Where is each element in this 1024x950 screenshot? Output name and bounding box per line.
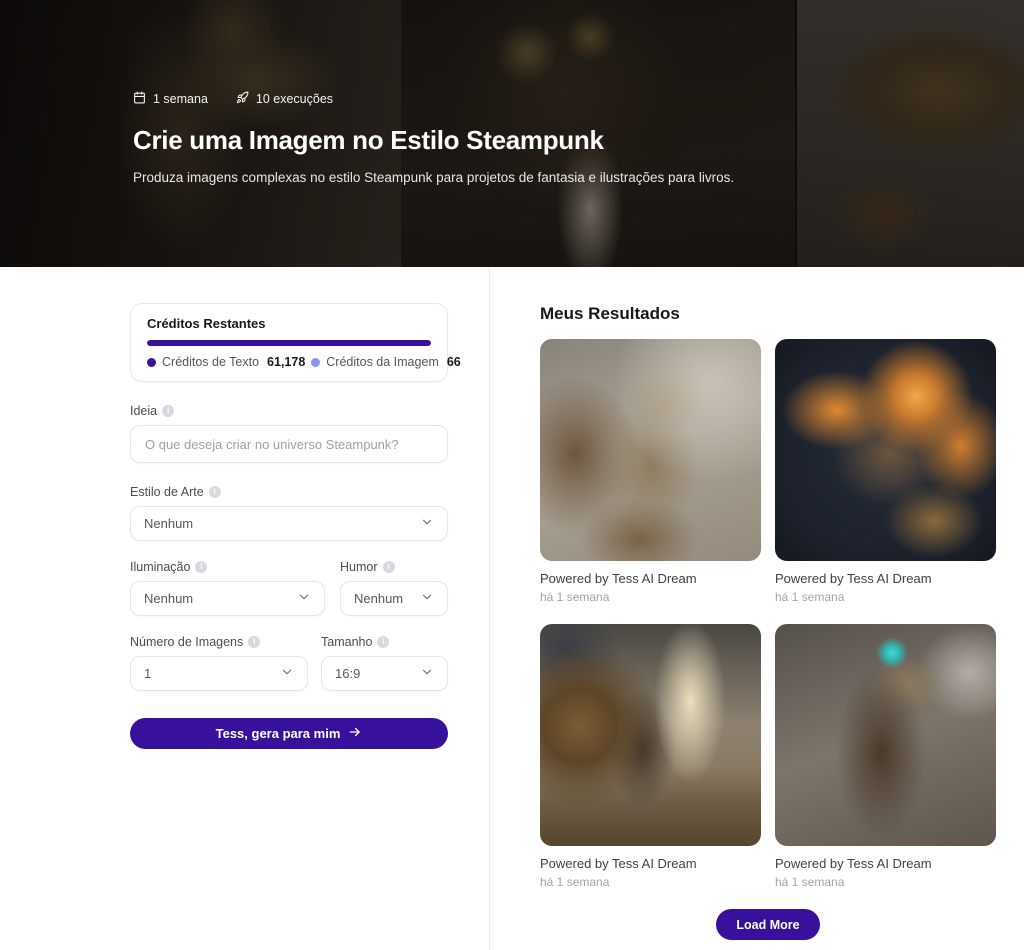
results-panel: Meus Resultados Powered by Tess AI Dream…: [540, 267, 996, 940]
result-card: Powered by Tess AI Dream há 1 semana: [540, 339, 761, 604]
result-image-steampunk-phoenix[interactable]: [775, 339, 996, 561]
art-style-value: Nenhum: [144, 516, 193, 531]
chevron-down-icon: [420, 590, 434, 607]
idea-input[interactable]: [130, 425, 448, 463]
info-icon[interactable]: i: [383, 561, 395, 573]
result-card: Powered by Tess AI Dream há 1 semana: [775, 339, 996, 604]
text-credits-value: 61,178: [267, 355, 305, 369]
result-caption: Powered by Tess AI Dream: [540, 571, 761, 586]
lighting-value: Nenhum: [144, 591, 193, 606]
duration-badge: 1 semana: [133, 91, 208, 107]
credits-progress-fill: [147, 340, 431, 346]
chevron-down-icon: [420, 515, 434, 532]
num-images-value: 1: [144, 666, 151, 681]
mood-label: Humor i: [340, 560, 448, 574]
text-credits-label: Créditos de Texto: [162, 355, 259, 369]
image-credits-value: 66: [447, 355, 461, 369]
result-image-steampunk-robot[interactable]: [775, 624, 996, 846]
generator-form-panel: Créditos Restantes Créditos de Texto 61,…: [130, 267, 448, 749]
hero-content: 1 semana 10 execuções Crie uma Imagem no…: [133, 91, 853, 185]
results-title: Meus Resultados: [540, 304, 996, 324]
info-icon[interactable]: i: [162, 405, 174, 417]
count-size-row: Número de Imagens i 1 Tamanho i: [130, 635, 448, 691]
lighting-mood-row: Iluminação i Nenhum Humor i: [130, 560, 448, 616]
rocket-icon: [236, 91, 249, 107]
num-images-select[interactable]: 1: [130, 656, 308, 691]
hero-badges: 1 semana 10 execuções: [133, 91, 853, 107]
image-credits-label: Créditos da Imagem: [326, 355, 439, 369]
arrow-right-icon: [348, 725, 362, 742]
result-caption: Powered by Tess AI Dream: [540, 856, 761, 871]
text-credits-dot: [147, 358, 156, 367]
calendar-icon: [133, 91, 146, 107]
credits-progress-bar: [147, 340, 431, 346]
size-label: Tamanho i: [321, 635, 448, 649]
info-icon[interactable]: i: [248, 636, 260, 648]
mood-value: Nenhum: [354, 591, 403, 606]
result-image-steampunk-child[interactable]: [540, 624, 761, 846]
duration-badge-label: 1 semana: [153, 92, 208, 106]
lighting-label: Iluminação i: [130, 560, 325, 574]
credits-card: Créditos Restantes Créditos de Texto 61,…: [130, 303, 448, 382]
credits-legend: Créditos de Texto 61,178 Créditos da Ima…: [147, 355, 431, 369]
generate-button-label: Tess, gera para mim: [216, 726, 341, 741]
generate-button[interactable]: Tess, gera para mim: [130, 718, 448, 749]
main-content: Créditos Restantes Créditos de Texto 61,…: [0, 267, 1024, 950]
result-timestamp: há 1 semana: [540, 875, 761, 889]
art-style-select[interactable]: Nenhum: [130, 506, 448, 541]
hero-banner: 1 semana 10 execuções Crie uma Imagem no…: [0, 0, 1024, 267]
column-divider: [489, 267, 490, 950]
info-icon[interactable]: i: [209, 486, 221, 498]
page-subtitle: Produza imagens complexas no estilo Stea…: [133, 170, 853, 185]
result-timestamp: há 1 semana: [775, 875, 996, 889]
load-more-container: Load More: [540, 909, 996, 940]
page-title: Crie uma Imagem no Estilo Steampunk: [133, 125, 853, 156]
image-credits-dot: [311, 358, 320, 367]
size-select[interactable]: 16:9: [321, 656, 448, 691]
num-images-label: Número de Imagens i: [130, 635, 308, 649]
result-image-steampunk-dragon[interactable]: [540, 339, 761, 561]
chevron-down-icon: [420, 665, 434, 682]
result-caption: Powered by Tess AI Dream: [775, 571, 996, 586]
mood-select[interactable]: Nenhum: [340, 581, 448, 616]
chevron-down-icon: [297, 590, 311, 607]
chevron-down-icon: [280, 665, 294, 682]
size-value: 16:9: [335, 666, 360, 681]
art-style-label: Estilo de Arte i: [130, 485, 448, 499]
executions-badge-label: 10 execuções: [256, 92, 333, 106]
result-card: Powered by Tess AI Dream há 1 semana: [540, 624, 761, 889]
info-icon[interactable]: i: [195, 561, 207, 573]
credits-title: Créditos Restantes: [147, 316, 431, 331]
result-timestamp: há 1 semana: [775, 590, 996, 604]
idea-label: Ideia i: [130, 404, 448, 418]
executions-badge: 10 execuções: [236, 91, 333, 107]
lighting-select[interactable]: Nenhum: [130, 581, 325, 616]
page: 1 semana 10 execuções Crie uma Imagem no…: [0, 0, 1024, 950]
result-card: Powered by Tess AI Dream há 1 semana: [775, 624, 996, 889]
results-grid: Powered by Tess AI Dream há 1 semana Pow…: [540, 339, 996, 889]
info-icon[interactable]: i: [377, 636, 389, 648]
result-caption: Powered by Tess AI Dream: [775, 856, 996, 871]
result-timestamp: há 1 semana: [540, 590, 761, 604]
load-more-button[interactable]: Load More: [716, 909, 819, 940]
